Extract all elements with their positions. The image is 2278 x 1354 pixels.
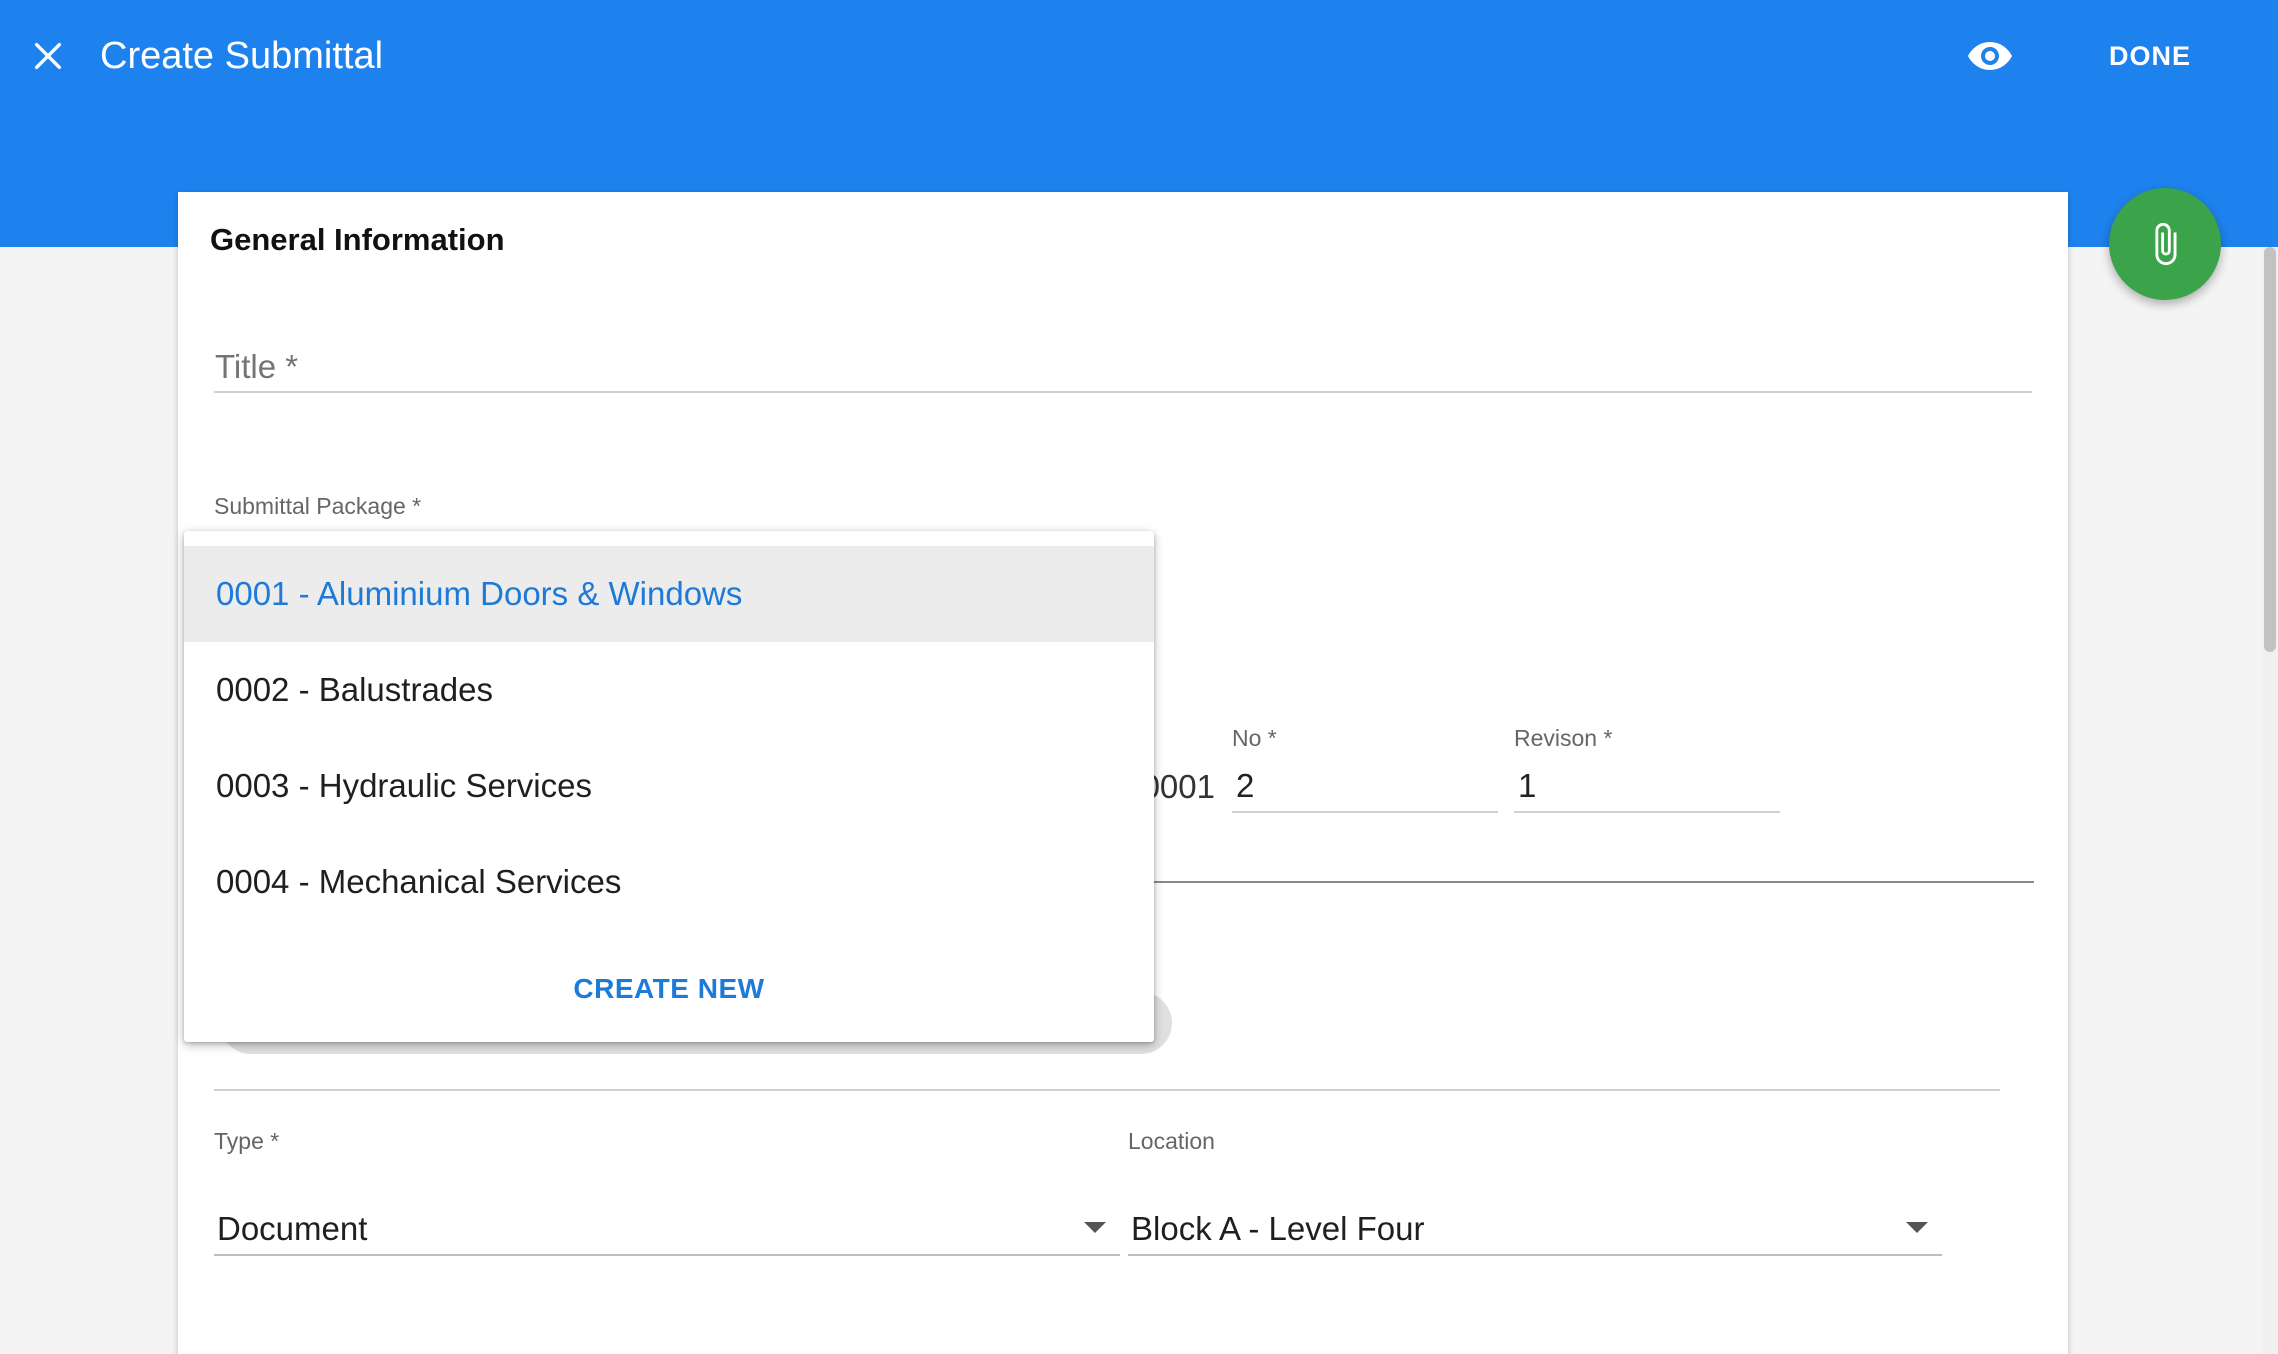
revision-input[interactable]: 1 (1518, 767, 1536, 805)
menu-item-package-0002[interactable]: 0002 - Balustrades (184, 642, 1154, 738)
revision-label: Revison * (1514, 725, 1613, 751)
section-title: General Information (210, 222, 505, 257)
menu-item-package-0003[interactable]: 0003 - Hydraulic Services (184, 738, 1154, 834)
type-select[interactable]: Document (217, 1210, 367, 1248)
preview-button[interactable] (1962, 28, 2018, 84)
close-button[interactable] (24, 30, 72, 82)
package-dropdown-menu: 0001 - Aluminium Doors & Windows 0002 - … (184, 531, 1154, 1042)
revision-underline (1514, 811, 1780, 813)
attach-button[interactable] (2109, 188, 2221, 300)
title-input-underline (214, 391, 2032, 393)
scrollbar-thumb[interactable] (2264, 247, 2276, 652)
type-select-underline (214, 1254, 1120, 1256)
location-select-underline (1128, 1254, 1942, 1256)
create-new-package-button[interactable]: CREATE NEW (184, 949, 1154, 1029)
done-button[interactable]: DONE (2080, 30, 2220, 82)
eye-icon (1968, 42, 2012, 70)
menu-item-package-0004[interactable]: 0004 - Mechanical Services (184, 834, 1154, 930)
menu-item-package-0001[interactable]: 0001 - Aluminium Doors & Windows (184, 546, 1154, 642)
number-no-input[interactable]: 2 (1236, 767, 1254, 805)
location-label: Location (1128, 1128, 1215, 1154)
close-icon (34, 42, 62, 70)
page-title: Create Submittal (100, 35, 384, 77)
number-no-label: No * (1232, 725, 1277, 751)
location-dropdown-arrow-icon[interactable] (1906, 1222, 1928, 1233)
location-select[interactable]: Block A - Level Four (1131, 1210, 1424, 1248)
type-label: Type * (214, 1128, 280, 1154)
paperclip-icon (2155, 222, 2177, 266)
divider (214, 1089, 2000, 1091)
type-dropdown-arrow-icon[interactable] (1084, 1222, 1106, 1233)
submittal-package-label: Submittal Package * (214, 493, 422, 519)
title-input[interactable]: Title * (215, 348, 298, 386)
number-no-underline (1232, 811, 1498, 813)
